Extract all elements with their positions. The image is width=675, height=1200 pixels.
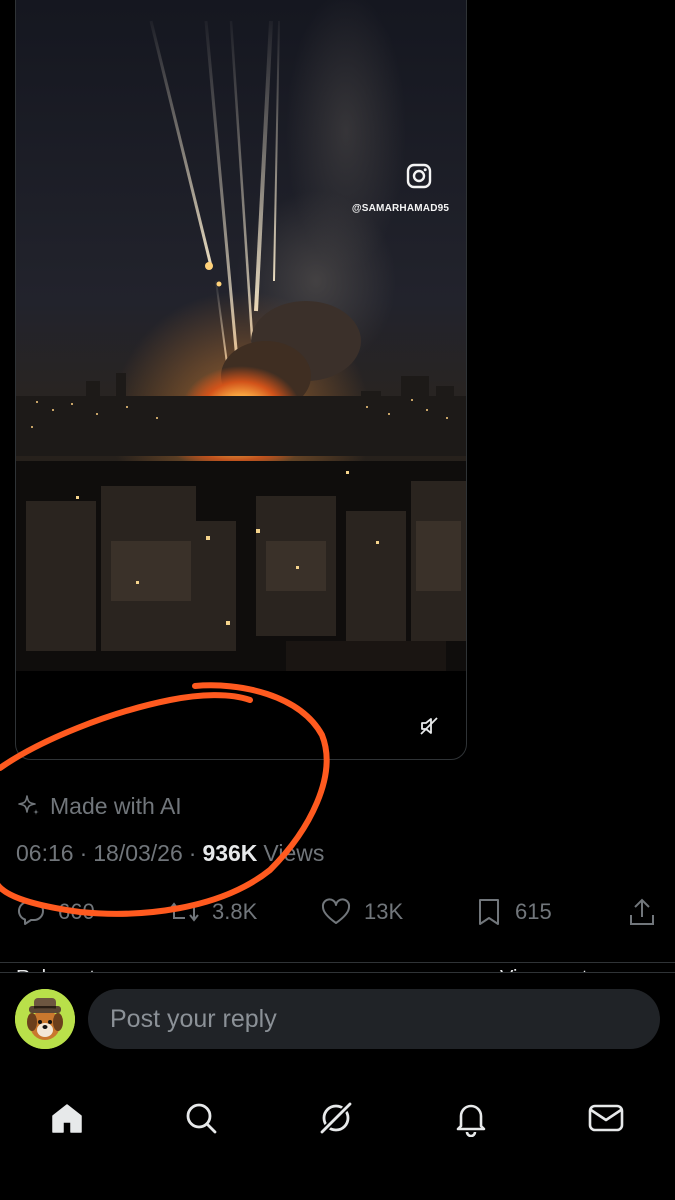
- bookmark-icon: [479, 899, 499, 925]
- views-label: Views: [263, 839, 325, 866]
- instagram-icon: [406, 163, 432, 189]
- share-button[interactable]: [626, 892, 658, 932]
- media-card[interactable]: @SAMARHAMAD95: [15, 0, 467, 760]
- heart-icon: [321, 898, 351, 924]
- bell-icon: [456, 1104, 486, 1137]
- repost-icon: [169, 902, 199, 922]
- share-icon: [630, 898, 654, 925]
- bookmark-count: 615: [515, 899, 552, 924]
- like-button[interactable]: 13K: [320, 892, 403, 932]
- post-time[interactable]: 06:16: [16, 840, 74, 867]
- avatar[interactable]: [15, 989, 75, 1049]
- post-meta: 06:16 · 18/03/26 · 936K Views: [16, 838, 324, 868]
- made-with-ai-label[interactable]: Made with AI: [16, 791, 182, 821]
- reply-input[interactable]: [88, 989, 660, 1049]
- video-player[interactable]: [16, 0, 466, 693]
- post-detail-screen: @SAMARHAMAD95 Made with AI 06:16 · 18/03…: [0, 0, 675, 1200]
- like-count: 13K: [364, 899, 404, 924]
- nav-grok[interactable]: [298, 1080, 374, 1156]
- reply-button[interactable]: 660: [16, 892, 95, 932]
- dog-avatar-icon: [15, 989, 75, 1049]
- nav-home[interactable]: [29, 1080, 105, 1156]
- reply-count: 660: [58, 899, 95, 924]
- grok-icon: [318, 1100, 354, 1136]
- search-icon: [186, 1103, 217, 1134]
- repost-button[interactable]: 3.8K: [168, 892, 257, 932]
- bottom-nav: [0, 1064, 675, 1200]
- watermark-handle: @SAMARHAMAD95: [351, 203, 450, 214]
- speaker-muted-icon: [420, 717, 438, 735]
- nav-messages[interactable]: [568, 1080, 644, 1156]
- separator: ·: [188, 839, 197, 866]
- action-bar: 660 3.8K 13K 615: [0, 892, 675, 932]
- reply-icon: [17, 900, 44, 925]
- separator: ·: [79, 839, 88, 866]
- bookmark-button[interactable]: 615: [475, 892, 552, 932]
- reply-composer: [0, 972, 675, 1064]
- home-icon: [52, 1104, 82, 1133]
- nav-notifications[interactable]: [433, 1080, 509, 1156]
- mute-button[interactable]: [417, 714, 441, 738]
- divider: [0, 962, 675, 963]
- mail-icon: [588, 1104, 624, 1132]
- sparkle-icon: [18, 795, 39, 815]
- nav-search[interactable]: [163, 1080, 239, 1156]
- post-date[interactable]: 18/03/26: [93, 840, 183, 867]
- views-count: 936K: [202, 839, 258, 866]
- ai-label-text: Made with AI: [50, 792, 182, 819]
- repost-count: 3.8K: [212, 899, 258, 924]
